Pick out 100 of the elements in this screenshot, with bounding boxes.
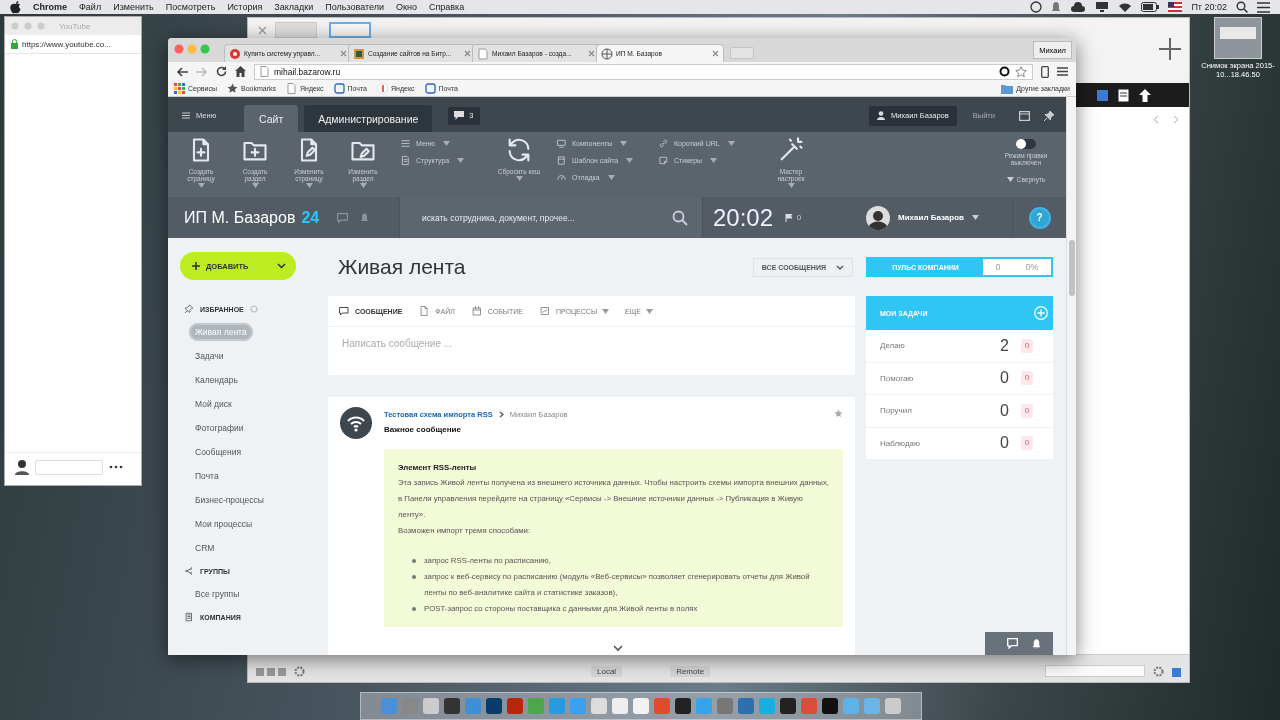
menu-item[interactable]: Закладки (274, 2, 314, 12)
window-controls-icon[interactable] (174, 44, 210, 54)
pulse-percent: 0% (1025, 262, 1039, 272)
reload-icon[interactable] (216, 66, 227, 77)
list-icon[interactable] (1257, 1, 1270, 13)
toggle-switch[interactable] (1016, 139, 1036, 149)
close-icon[interactable] (712, 50, 719, 57)
app-menu[interactable]: Chrome (33, 2, 67, 12)
phone-icon[interactable] (1041, 65, 1049, 78)
favicon-icon (229, 47, 241, 60)
battery-icon[interactable] (1141, 2, 1160, 12)
pulse-value: 0 (995, 262, 1001, 272)
task-label[interactable]: Наблюдаю (880, 438, 1001, 448)
chevron-right-icon[interactable] (1173, 115, 1179, 124)
search-field[interactable] (1045, 665, 1145, 677)
sidebar-item[interactable]: Фотографии (189, 419, 250, 437)
task-label[interactable]: Делаю (880, 341, 1001, 351)
task-count[interactable]: 0 (1000, 401, 1009, 420)
clock[interactable]: Пт 20:02 (1191, 2, 1227, 12)
favicon-icon (353, 47, 365, 60)
sidebar-item[interactable]: Сообщения (189, 443, 248, 461)
more-icon[interactable] (109, 465, 123, 469)
back-arrow-icon[interactable] (176, 66, 188, 77)
company-name[interactable]: ИП М. Базаров (184, 208, 296, 227)
wifi-icon[interactable] (1118, 1, 1133, 13)
menu-item[interactable]: Изменить (113, 2, 154, 12)
task-label[interactable]: Помогаю (880, 373, 1001, 383)
gear-icon[interactable] (294, 666, 305, 677)
app-icon[interactable] (443, 697, 461, 715)
sidebar-item[interactable]: Почта (189, 467, 225, 485)
close-icon[interactable] (258, 26, 267, 35)
sidebar-item[interactable]: Мой диск (189, 395, 238, 413)
menu-item[interactable]: Пользователи (325, 2, 384, 12)
task-count[interactable]: 0 (1000, 434, 1009, 453)
pin-icon[interactable] (1044, 110, 1054, 121)
sidebar-item[interactable]: CRM (189, 539, 221, 557)
menu-icon[interactable] (1057, 67, 1068, 76)
bell-icon[interactable] (1032, 638, 1041, 649)
menu-item[interactable]: Окно (396, 2, 417, 12)
task-label[interactable]: Поручил (880, 406, 1001, 416)
new-tab-button[interactable] (730, 47, 754, 59)
user-name[interactable]: Михаил Базаров (898, 213, 964, 222)
sidebar-item[interactable]: Бизнес-процессы (189, 491, 270, 509)
chevron-left-icon[interactable] (1153, 115, 1159, 124)
bell-icon[interactable] (360, 212, 370, 223)
gear-icon[interactable] (1153, 666, 1164, 677)
panel-tab[interactable]: Администрирование (304, 105, 433, 132)
add-circle-icon[interactable] (1034, 306, 1048, 320)
sidebar-item[interactable]: Календарь (189, 371, 244, 389)
search-icon (672, 209, 688, 226)
close-icon[interactable] (588, 50, 595, 57)
chat-icon[interactable] (337, 212, 349, 223)
sidebar-item[interactable]: Мои процессы (189, 515, 259, 533)
extension-icon[interactable] (999, 66, 1010, 77)
tab-thumbnail[interactable] (275, 22, 317, 38)
home-icon[interactable] (235, 66, 246, 77)
search-icon[interactable] (1236, 1, 1248, 13)
app-icon[interactable] (674, 697, 692, 715)
square-icon[interactable] (1097, 89, 1108, 101)
app-icon[interactable] (821, 697, 839, 715)
bell-icon[interactable] (1051, 1, 1062, 13)
document-icon[interactable] (1118, 88, 1129, 102)
menu-item[interactable]: История (227, 2, 263, 12)
window-icon[interactable] (1019, 110, 1030, 121)
network-icon[interactable] (1095, 1, 1110, 13)
star-icon (227, 83, 238, 94)
clock[interactable]: 20:02 (713, 203, 774, 232)
menu-item[interactable]: Файл (79, 2, 102, 12)
menu-item[interactable]: Справка (428, 2, 465, 12)
search-input[interactable]: искать сотрудника, документ, прочее... (420, 211, 672, 224)
menu-item[interactable]: Посмотреть (165, 2, 216, 12)
close-icon[interactable] (464, 50, 471, 57)
star-icon[interactable] (834, 409, 843, 418)
grid-icon[interactable] (256, 667, 286, 677)
cloud-icon[interactable] (1070, 1, 1087, 13)
user-silhouette-icon[interactable] (15, 459, 29, 475)
sidebar-item[interactable]: Задачи (189, 347, 230, 365)
location-tab[interactable]: Local (591, 666, 623, 677)
forward-arrow-icon[interactable] (196, 66, 208, 77)
task-count[interactable]: 2 (1000, 336, 1009, 355)
monitor-icon (556, 138, 567, 149)
app-icon[interactable] (485, 697, 503, 715)
input-field[interactable] (35, 459, 103, 475)
plus-icon[interactable] (1159, 38, 1181, 60)
sidebar-item[interactable]: Все группы (189, 585, 246, 603)
star-icon[interactable] (1015, 65, 1027, 78)
tab-thumbnail[interactable] (329, 22, 371, 38)
flag-icon[interactable] (1168, 2, 1183, 12)
url-text[interactable]: https://www.youtube.co... (22, 39, 111, 49)
location-tab[interactable]: Remote (670, 666, 711, 677)
panel-tab[interactable]: Сайт (244, 105, 299, 132)
up-arrow-icon[interactable] (1139, 88, 1151, 102)
scrollbar-thumb[interactable] (1069, 240, 1075, 296)
avatar-icon[interactable] (866, 205, 890, 230)
caret-icon (457, 158, 465, 163)
settings-icon[interactable] (249, 305, 258, 313)
task-count[interactable]: 0 (1000, 369, 1009, 388)
close-icon[interactable] (340, 50, 347, 57)
app-icon[interactable] (779, 697, 797, 715)
address-bar[interactable]: mihail.bazarow.ru (254, 63, 1033, 80)
